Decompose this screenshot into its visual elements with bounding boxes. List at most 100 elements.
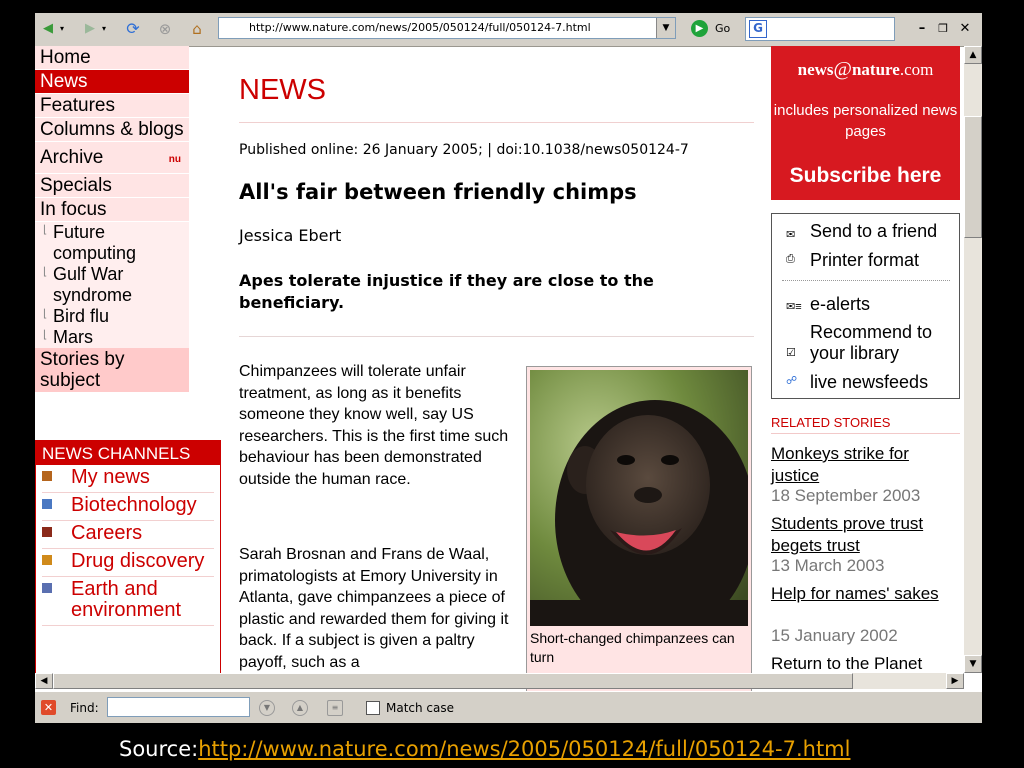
source-link[interactable]: http://www.nature.com/news/2005/050124/f…: [198, 737, 850, 761]
printer-icon: ⎙: [786, 253, 795, 265]
home-icon[interactable]: ⌂: [187, 20, 207, 38]
forward-arrow-icon[interactable]: ▶: [81, 20, 99, 38]
forward-dropdown-icon[interactable]: ▾: [99, 20, 109, 38]
related-divider: [771, 433, 960, 434]
subitem-mars[interactable]: ⌊ Mars: [43, 327, 184, 348]
nav-specials[interactable]: Specials: [35, 174, 189, 198]
earth-environment-icon: [42, 583, 52, 593]
go-button[interactable]: Go: [715, 22, 730, 35]
back-dropdown-icon[interactable]: ▾: [57, 20, 67, 38]
go-icon[interactable]: ▶: [691, 20, 708, 37]
reload-icon[interactable]: ⟳: [123, 20, 143, 38]
match-case-checkbox[interactable]: [366, 701, 380, 715]
publication-line: Published online: 26 January 2005; | doi…: [239, 142, 689, 158]
scroll-down-icon[interactable]: ▼: [964, 655, 982, 673]
nav-archive[interactable]: Archive nu: [35, 142, 189, 174]
related-story-link[interactable]: Return to the Planet: [771, 653, 960, 675]
channel-earth-environment[interactable]: Earth and environment: [42, 577, 214, 626]
news-channels: NEWS CHANNELS My news Biotechnology Care…: [35, 440, 221, 683]
biotechnology-icon: [42, 499, 52, 509]
article-figure: Short-changed chimpanzees can turn: [526, 366, 752, 706]
find-next-icon[interactable]: ▼: [259, 700, 275, 716]
left-navigation: Home News Features Columns & blogs Archi…: [35, 46, 189, 393]
recommend-library-link[interactable]: Recommend to your library: [810, 322, 955, 364]
address-bar-url: http://www.nature.com/news/2005/050124/f…: [249, 21, 591, 34]
article-tools: ✉ Send to a friend ⎙ Printer format ✉≡ e…: [771, 213, 960, 399]
nav-stories-by-subject[interactable]: Stories by subject: [35, 348, 189, 393]
newsfeed-icon: ☍: [786, 375, 798, 387]
minimize-icon[interactable]: –: [913, 20, 931, 38]
source-label: Source:: [119, 737, 199, 761]
find-previous-icon[interactable]: ▲: [292, 700, 308, 716]
my-news-icon: [42, 471, 52, 481]
find-label: Find:: [70, 701, 99, 715]
vertical-scroll-thumb[interactable]: [964, 116, 982, 238]
news-at-nature-logo: news@nature.com: [797, 58, 934, 80]
sub-bullet-icon: ⌊: [43, 308, 48, 320]
nav-news[interactable]: News: [35, 70, 189, 94]
subscribe-link[interactable]: Subscribe here: [771, 164, 960, 188]
article-author: Jessica Ebert: [239, 226, 342, 245]
article-paragraph-1: Chimpanzees will tolerate unfair treatme…: [239, 363, 509, 488]
address-dropdown-icon[interactable]: ▼: [656, 18, 675, 38]
scroll-up-icon[interactable]: ▲: [964, 46, 982, 64]
title-divider: [239, 122, 754, 123]
channel-drug-discovery[interactable]: Drug discovery: [42, 549, 214, 577]
subitem-future-computing[interactable]: ⌊ Future computing: [43, 222, 184, 264]
figure-caption: Short-changed chimpanzees can turn: [530, 630, 735, 665]
highlight-all-icon[interactable]: ≡: [327, 700, 343, 716]
search-engine-icon[interactable]: G: [749, 20, 767, 38]
search-box[interactable]: G: [745, 17, 895, 41]
subitem-gulf-war[interactable]: ⌊ Gulf War syndrome: [43, 264, 184, 306]
drug-discovery-icon: [42, 555, 52, 565]
related-story-link[interactable]: Help for names' sakes: [771, 583, 960, 605]
subscribe-promo[interactable]: news@nature.com includes personalized ne…: [771, 46, 960, 200]
related-story-date: 18 September 2003: [771, 486, 921, 505]
back-arrow-icon[interactable]: ◀: [39, 20, 57, 38]
nav-home[interactable]: Home: [35, 46, 189, 70]
channel-my-news[interactable]: My news: [42, 465, 214, 493]
nav-archive-label: Archive: [40, 147, 104, 168]
in-focus-subitems: ⌊ Future computing ⌊ Gulf War syndrome ⌊ Bi…: [35, 222, 189, 348]
close-icon[interactable]: ✕: [956, 20, 974, 38]
tools-divider: [782, 280, 950, 281]
horizontal-scroll-thumb[interactable]: [53, 673, 853, 689]
section-title: NEWS: [239, 74, 326, 106]
related-story-link[interactable]: Monkeys strike for justice: [771, 443, 960, 487]
source-caption: Source:http://www.nature.com/news/2005/0…: [119, 737, 850, 761]
browser-window: ◀ ▾ ▶ ▾ ⟳ ⊗ ⌂ http://www.nature.com/news…: [35, 13, 982, 723]
restore-icon[interactable]: ❐: [934, 20, 952, 38]
channel-careers[interactable]: Careers: [42, 521, 214, 549]
subitem-bird-flu[interactable]: ⌊ Bird flu: [43, 306, 184, 327]
find-input[interactable]: [107, 697, 250, 717]
scroll-left-icon[interactable]: ◀: [35, 673, 53, 689]
channel-biotechnology[interactable]: Biotechnology: [42, 493, 214, 521]
archive-new-badge: nu: [168, 154, 181, 165]
find-close-icon[interactable]: ✕: [41, 700, 56, 715]
nav-in-focus[interactable]: In focus: [35, 198, 189, 222]
sub-bullet-icon: ⌊: [43, 224, 48, 236]
nav-features[interactable]: Features: [35, 94, 189, 118]
promo-includes: includes personalized news pages: [773, 102, 958, 140]
scroll-right-icon[interactable]: ▶: [946, 673, 964, 689]
related-story-link[interactable]: Students prove trust begets trust: [771, 513, 960, 557]
careers-icon: [42, 527, 52, 537]
article-headline: All's fair between friendly chimps: [239, 180, 637, 204]
nav-columns-blogs[interactable]: Columns & blogs: [35, 118, 189, 142]
printer-format-link[interactable]: Printer format: [810, 250, 919, 271]
live-newsfeeds-link[interactable]: live newsfeeds: [810, 372, 928, 393]
e-alerts-link[interactable]: e-alerts: [810, 294, 870, 315]
article-standfirst: Apes tolerate injustice if they are clos…: [239, 271, 654, 312]
send-to-friend-link[interactable]: Send to a friend: [810, 221, 937, 242]
checkbox-icon: ☑: [786, 347, 796, 359]
sub-bullet-icon: ⌊: [43, 266, 48, 278]
standfirst-divider: [239, 336, 754, 337]
stop-icon[interactable]: ⊗: [155, 20, 175, 38]
e-alerts-icon: ✉≡: [786, 301, 802, 313]
chimpanzee-photo[interactable]: [530, 370, 748, 626]
address-bar[interactable]: http://www.nature.com/news/2005/050124/f…: [218, 17, 676, 39]
related-stories-heading: RELATED STORIES: [771, 415, 891, 430]
news-channels-heading: NEWS CHANNELS: [36, 440, 220, 465]
chimpanzee-image: [530, 370, 748, 626]
envelope-icon: ✉: [786, 229, 796, 241]
